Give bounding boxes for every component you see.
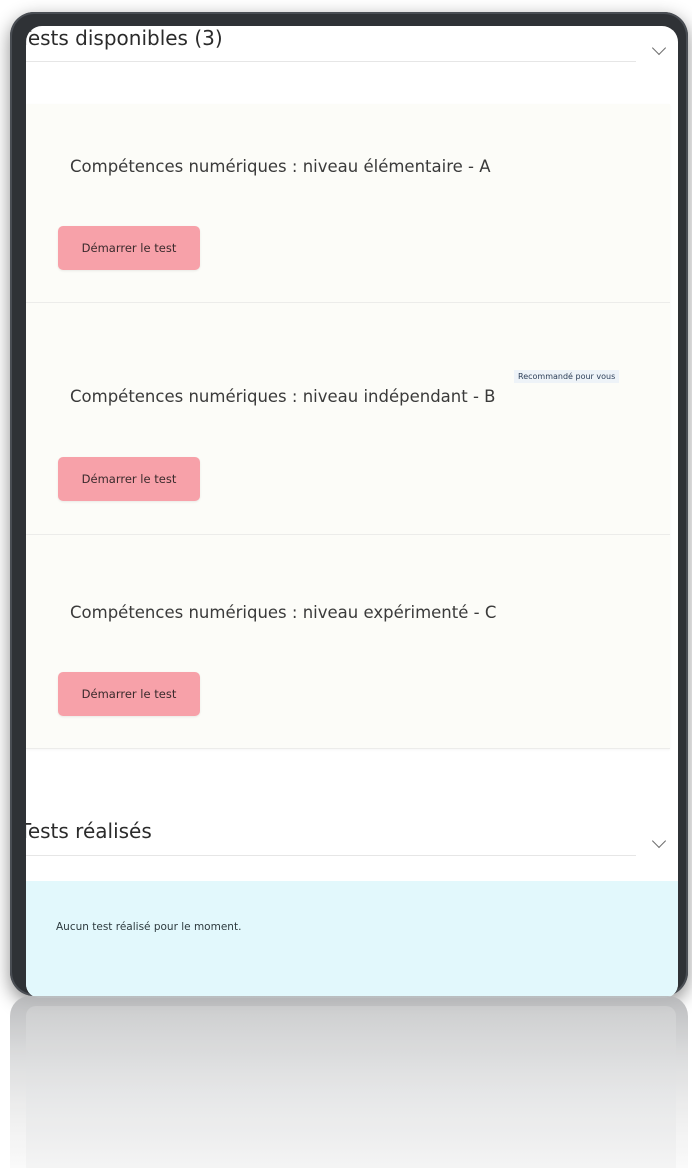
app-screen: Tests disponibles (3) Compétences numéri… xyxy=(26,26,678,998)
test-title: Compétences numériques : niveau indépend… xyxy=(70,387,496,406)
start-test-button[interactable]: Démarrer le test xyxy=(58,457,200,501)
completed-tests-title: Tests réalisés xyxy=(26,819,152,843)
completed-tests-divider xyxy=(26,855,636,856)
available-tests-divider xyxy=(26,61,636,62)
chevron-down-icon[interactable] xyxy=(651,833,667,849)
empty-state-box: Aucun test réalisé pour le moment. xyxy=(26,881,678,998)
empty-state-message: Aucun test réalisé pour le moment. xyxy=(56,921,242,933)
device-reflection xyxy=(10,996,688,1168)
test-card-b: Recommandé pour vous Compétences numériq… xyxy=(26,303,670,535)
test-title: Compétences numériques : niveau élémenta… xyxy=(70,157,491,176)
test-card-a: Compétences numériques : niveau élémenta… xyxy=(26,104,670,303)
completed-tests-header[interactable]: Tests réalisés xyxy=(26,816,678,866)
available-tests-header[interactable]: Tests disponibles (3) xyxy=(26,26,678,76)
reflection-screen xyxy=(26,1006,676,1168)
start-test-button[interactable]: Démarrer le test xyxy=(58,226,200,270)
chevron-down-icon[interactable] xyxy=(651,40,667,56)
test-card-c: Compétences numériques : niveau expérime… xyxy=(26,535,670,749)
available-tests-title: Tests disponibles (3) xyxy=(26,26,223,50)
test-title: Compétences numériques : niveau expérime… xyxy=(70,603,497,622)
recommended-badge: Recommandé pour vous xyxy=(514,370,620,383)
start-test-button[interactable]: Démarrer le test xyxy=(58,672,200,716)
